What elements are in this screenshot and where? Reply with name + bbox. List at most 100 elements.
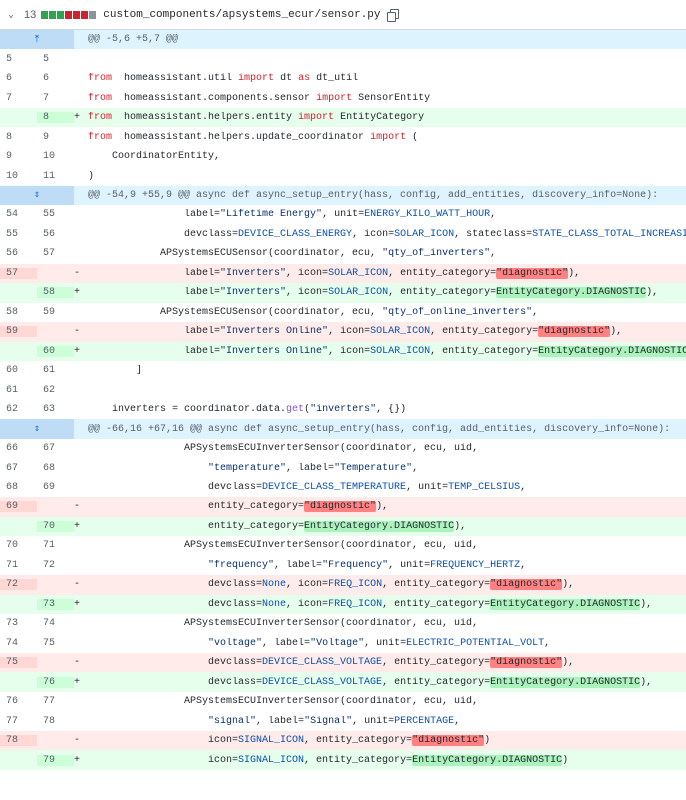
old-line-number[interactable]: 60 — [0, 365, 37, 376]
old-line-number[interactable]: 77 — [0, 716, 37, 727]
old-line-number[interactable]: 78 — [0, 735, 37, 747]
old-line-number[interactable]: 10 — [0, 171, 37, 182]
old-line-number[interactable]: 66 — [0, 443, 37, 454]
old-line-number[interactable]: 5 — [0, 54, 37, 65]
old-line-number[interactable]: 75 — [0, 657, 37, 669]
old-line-number[interactable]: 67 — [0, 463, 37, 474]
code-token: homeassistant.util — [112, 73, 239, 85]
code-token: , label= — [262, 637, 311, 649]
hunk-header-text: @@ -5,6 +5,7 @@ — [88, 34, 179, 46]
diff-marker — [74, 482, 88, 493]
new-line-number[interactable]: 71 — [37, 540, 74, 551]
new-line-number[interactable]: 70 — [37, 520, 74, 532]
old-line-number[interactable]: 54 — [0, 209, 37, 220]
old-line-number[interactable]: 73 — [0, 618, 37, 629]
new-line-number[interactable]: 74 — [37, 618, 74, 629]
chevron-down-icon[interactable]: ⌄ — [4, 9, 18, 21]
new-line-number[interactable]: 60 — [37, 345, 74, 357]
new-line-number[interactable]: 9 — [37, 132, 74, 143]
expand-both-icon[interactable]: ⇕ — [0, 185, 74, 206]
new-line-number[interactable]: 76 — [37, 676, 74, 688]
old-line-number[interactable]: 70 — [0, 540, 37, 551]
diff-marker — [74, 248, 88, 259]
diff-marker: - — [74, 657, 81, 669]
code-line: label="Inverters", icon=SOLAR_ICON, enti… — [88, 267, 686, 279]
new-line-number[interactable]: 11 — [37, 171, 74, 182]
code-token: , — [412, 462, 419, 474]
diff-marker: - — [74, 326, 81, 338]
code-line: "voltage", label="Voltage", unit=ELECTRI… — [88, 638, 686, 649]
file-path[interactable]: custom_components/apsystems_ecur/sensor.… — [103, 9, 380, 21]
new-line-number[interactable]: 7 — [37, 93, 74, 104]
code-token: TEMP_CELSIUS — [448, 482, 521, 494]
code-line: "signal", label="Signal", unit=PERCENTAG… — [88, 716, 686, 727]
new-line-number[interactable]: 6 — [37, 73, 74, 84]
diff-line-context: 58 59 APSystemsECUSensor(coordinator, ecu… — [0, 302, 686, 323]
old-line-number[interactable]: 71 — [0, 560, 37, 571]
new-line-number[interactable]: 75 — [37, 638, 74, 649]
old-line-number[interactable]: 72 — [0, 579, 37, 591]
expand-both-icon[interactable]: ⇕ — [0, 419, 74, 439]
diff-line-context: 73 74 APSystemsECUInverterSensor(coordina… — [0, 614, 686, 634]
old-line-number[interactable]: 56 — [0, 248, 37, 259]
old-line-number[interactable]: 59 — [0, 326, 37, 338]
old-line-number[interactable]: 9 — [0, 151, 37, 162]
new-line-number[interactable]: 68 — [37, 463, 74, 474]
new-line-number[interactable]: 69 — [37, 482, 74, 493]
new-line-number[interactable]: 59 — [37, 307, 74, 318]
code-line: inverters = coordinator.data.get("invert… — [88, 404, 686, 415]
new-line-number[interactable]: 5 — [37, 54, 74, 65]
code-token: , icon= — [328, 345, 371, 357]
new-line-number[interactable]: 8 — [37, 112, 74, 124]
code-token: FREQ_ICON — [328, 598, 383, 610]
new-line-number[interactable]: 79 — [37, 754, 74, 766]
code-token: "diagnostic" — [538, 326, 611, 338]
old-line-number[interactable]: 68 — [0, 482, 37, 493]
copy-icon[interactable] — [386, 9, 399, 22]
code-token: ] — [88, 365, 143, 377]
old-line-number[interactable]: 57 — [0, 267, 37, 279]
code-token: , — [520, 482, 527, 494]
new-line-number[interactable]: 56 — [37, 229, 74, 240]
old-line-number[interactable]: 61 — [0, 385, 37, 396]
diff-marker — [74, 463, 88, 474]
diff-line-context: 54 55 label="Lifetime Energy", unit=ENERG… — [0, 205, 686, 225]
old-line-number[interactable]: 6 — [0, 73, 37, 84]
old-line-number[interactable]: 62 — [0, 404, 37, 415]
code-token: label= — [88, 287, 221, 299]
code-token: "Inverters" — [220, 267, 287, 279]
diffstat-block — [81, 10, 89, 19]
code-token: SOLAR_ICON — [328, 267, 389, 279]
new-line-number[interactable]: 77 — [37, 696, 74, 707]
old-line-number[interactable]: 55 — [0, 229, 37, 240]
new-line-number[interactable]: 58 — [37, 287, 74, 299]
new-line-number[interactable]: 62 — [37, 385, 74, 396]
code-token: ), — [640, 598, 653, 610]
old-line-number[interactable]: 69 — [0, 501, 37, 513]
new-line-number[interactable]: 10 — [37, 151, 74, 162]
new-line-number[interactable]: 67 — [37, 443, 74, 454]
old-line-number[interactable]: 58 — [0, 307, 37, 318]
new-line-number[interactable]: 57 — [37, 248, 74, 259]
diff-line-context: 55 — [0, 49, 686, 69]
diff-marker: + — [74, 345, 81, 357]
old-line-number[interactable]: 8 — [0, 132, 37, 143]
old-line-number[interactable]: 7 — [0, 93, 37, 104]
diffstat-block — [57, 10, 65, 19]
code-token: devclass= — [88, 676, 263, 688]
new-line-number[interactable]: 73 — [37, 598, 74, 610]
new-line-number[interactable]: 61 — [37, 365, 74, 376]
code-token: , entity_category= — [388, 267, 497, 279]
diff-marker — [74, 696, 88, 707]
new-line-number[interactable]: 78 — [37, 716, 74, 727]
old-line-number[interactable]: 76 — [0, 696, 37, 707]
expand-up-icon[interactable]: ⤒ — [0, 30, 74, 50]
diff-marker: - — [74, 501, 81, 513]
code-token: label= — [88, 326, 221, 338]
old-line-number[interactable]: 74 — [0, 638, 37, 649]
new-line-number[interactable]: 63 — [37, 404, 74, 415]
new-line-number[interactable]: 55 — [37, 209, 74, 220]
code-token: "Temperature" — [334, 462, 413, 474]
new-line-number[interactable]: 72 — [37, 560, 74, 571]
code-token: "diagnostic" — [496, 267, 569, 279]
